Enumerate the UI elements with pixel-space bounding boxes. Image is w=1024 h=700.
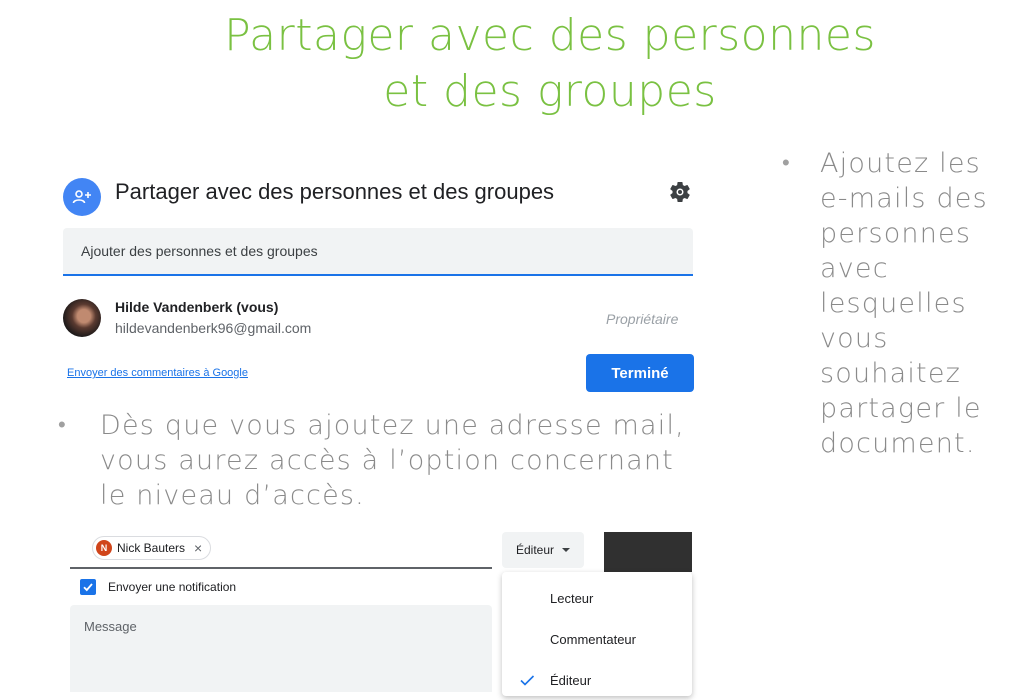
chip-name: Nick Bauters (117, 541, 186, 555)
caret-down-icon (562, 548, 571, 552)
add-people-input[interactable] (63, 228, 693, 274)
done-button[interactable]: Terminé (586, 354, 694, 392)
bullet-text: Dès que vous ajoutez une adresse mail, v… (100, 410, 685, 511)
message-input[interactable] (70, 605, 492, 692)
check-icon (520, 675, 535, 686)
add-people-field[interactable] (63, 228, 693, 276)
dialog-title: Partager avec des personnes et des group… (115, 179, 555, 204)
menu-item-lecteur[interactable]: Lecteur (502, 578, 692, 618)
dark-overlay-block (604, 532, 692, 572)
owner-role-label: Propriétaire (606, 311, 679, 327)
gear-icon[interactable] (668, 180, 692, 204)
slide-title-line2: et des groupes (383, 66, 717, 117)
menu-item-label: Commentateur (550, 631, 636, 647)
menu-item-label: Éditeur (550, 672, 592, 688)
check-icon (83, 583, 93, 592)
user-name: Hilde Vandenberk (vous) (115, 299, 279, 315)
recipients-field[interactable]: N Nick Bauters × (70, 528, 492, 569)
notify-checkbox[interactable] (80, 579, 96, 595)
recipient-chip[interactable]: N Nick Bauters × (92, 536, 212, 560)
add-person-icon (63, 178, 101, 216)
chip-avatar: N (96, 540, 112, 556)
role-dropdown[interactable]: Éditeur (502, 532, 584, 568)
bullet-text: Ajoutez les e-mails des personnes avec l… (820, 148, 988, 459)
slide-title-line1: Partager avec des personnes (224, 10, 876, 61)
menu-item-editeur[interactable]: Éditeur (502, 660, 692, 700)
bullet-dot: • (782, 151, 791, 176)
role-dropdown-label: Éditeur (515, 543, 555, 557)
close-icon[interactable]: × (194, 540, 202, 556)
user-email: hildevandenberk96@gmail.com (115, 320, 312, 336)
menu-item-label: Lecteur (550, 590, 594, 606)
feedback-link[interactable]: Envoyer des commentaires à Google (67, 367, 248, 379)
access-level-panel: N Nick Bauters × Éditeur Envoyer une not… (70, 528, 700, 696)
avatar (63, 299, 101, 337)
role-menu: Lecteur Commentateur Éditeur (502, 572, 692, 696)
share-dialog: Partager avec des personnes et des group… (58, 160, 700, 400)
message-field[interactable] (70, 605, 492, 692)
notify-row: Envoyer une notification (80, 579, 236, 595)
menu-item-commentateur[interactable]: Commentateur (502, 619, 692, 659)
bullet-dot: • (58, 413, 67, 438)
notify-label: Envoyer une notification (108, 580, 237, 594)
slide-title: Partager avec des personnes et des group… (120, 8, 980, 120)
